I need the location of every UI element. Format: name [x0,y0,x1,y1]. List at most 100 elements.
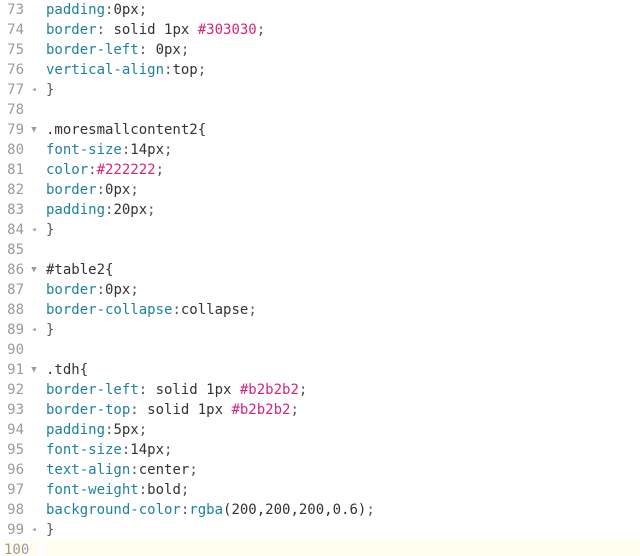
code-line[interactable]: border-left: 0px; [46,40,640,60]
blank [46,340,54,360]
code-line[interactable]: } [46,320,640,340]
css-property: border-top [46,400,130,420]
code-line[interactable]: background-color:rgba(200,200,200,0.6); [46,500,640,520]
line-number: 90 [4,340,24,360]
code-line[interactable] [46,100,640,120]
line-number: 95 [4,440,24,460]
css-property: background-color [46,500,181,520]
fold-open-icon[interactable]: ▼ [31,360,36,380]
code-editor[interactable]: 7374757677787980818283848586878889909192… [0,0,640,556]
colon: : [97,180,105,200]
semicolon: ; [139,0,147,20]
code-area[interactable]: padding:0px;border: solid 1px #303030;bo… [38,0,640,556]
code-line[interactable]: font-size:14px; [46,440,640,460]
semicolon: ; [366,500,374,520]
colon: : [130,400,147,420]
code-line[interactable]: border-left: solid 1px #b2b2b2; [46,380,640,400]
line-number: 88 [4,300,24,320]
line-number: 91 [4,360,24,380]
brace-close: } [46,220,54,240]
brace-close: } [46,520,54,540]
colon: : [164,60,172,80]
semicolon: ; [156,160,164,180]
code-line[interactable]: } [46,80,640,100]
css-value: 5px [113,420,138,440]
semicolon: ; [198,60,206,80]
fold-close-icon[interactable]: ◂ [31,520,36,540]
code-line[interactable]: .moresmallcontent2{ [46,120,640,140]
colon: : [105,200,113,220]
fold-close-icon[interactable]: ◂ [31,320,36,340]
line-number: 78 [4,100,24,120]
semicolon: ; [130,180,138,200]
blank [46,100,54,120]
code-line[interactable] [46,240,640,260]
colon: : [97,280,105,300]
colon: : [122,140,130,160]
css-value: collapse [181,300,248,320]
css-value: 14px [130,140,164,160]
css-args: (200,200,200,0.6) [223,500,366,520]
line-number: 85 [4,240,24,260]
line-number: 99 [4,520,24,540]
semicolon: ; [130,280,138,300]
line-number: 96 [4,460,24,480]
fold-open-icon[interactable]: ▼ [31,260,36,280]
code-line[interactable]: padding:0px; [46,0,640,20]
fold-close-icon[interactable]: ◂ [31,80,36,100]
code-line[interactable]: color:#222222; [46,160,640,180]
colon: : [88,160,96,180]
code-line[interactable] [46,340,640,360]
css-value: bold [147,480,181,500]
css-property: border [46,280,97,300]
code-line[interactable]: } [46,220,640,240]
css-value: center [139,460,190,480]
code-line[interactable]: border:0px; [46,280,640,300]
line-number: 97 [4,480,24,500]
css-property: font-size [46,140,122,160]
code-line[interactable]: font-weight:bold; [46,480,640,500]
css-property: border-collapse [46,300,172,320]
colon: : [181,500,189,520]
fold-open-icon[interactable]: ▼ [31,120,36,140]
code-line[interactable]: text-align:center; [46,460,640,480]
code-line[interactable]: padding:20px; [46,200,640,220]
line-number: 84 [4,220,24,240]
css-property: padding [46,200,105,220]
semicolon: ; [257,20,265,40]
line-number: 75 [4,40,24,60]
css-value: 0px [156,40,181,60]
colon: : [97,20,114,40]
semicolon: ; [181,480,189,500]
code-line[interactable]: } [46,520,640,540]
code-line[interactable]: .tdh{ [46,360,640,380]
line-number: 98 [4,500,24,520]
gutter: 7374757677787980818283848586878889909192… [0,0,30,556]
line-number: 100 [4,540,24,556]
fold-close-icon[interactable]: ◂ [31,220,36,240]
colon: : [139,380,156,400]
css-value: 20px [113,200,147,220]
colon: : [130,460,138,480]
line-number: 79 [4,120,24,140]
code-line[interactable]: border: solid 1px #303030; [46,20,640,40]
code-line[interactable] [46,540,640,556]
code-line[interactable]: border-collapse:collapse; [46,300,640,320]
brace-close: } [46,320,54,340]
code-line[interactable]: border:0px; [46,180,640,200]
line-number: 76 [4,60,24,80]
css-property: border [46,180,97,200]
semicolon: ; [248,300,256,320]
css-value: 0px [105,180,130,200]
blank [46,540,54,556]
code-line[interactable]: vertical-align:top; [46,60,640,80]
code-line[interactable]: border-top: solid 1px #b2b2b2; [46,400,640,420]
line-number: 92 [4,380,24,400]
code-line[interactable]: font-size:14px; [46,140,640,160]
line-number: 86 [4,260,24,280]
code-line[interactable]: padding:5px; [46,420,640,440]
css-value: 14px [130,440,164,460]
css-function: rgba [189,500,223,520]
code-line[interactable]: #table2{ [46,260,640,280]
line-number: 74 [4,20,24,40]
